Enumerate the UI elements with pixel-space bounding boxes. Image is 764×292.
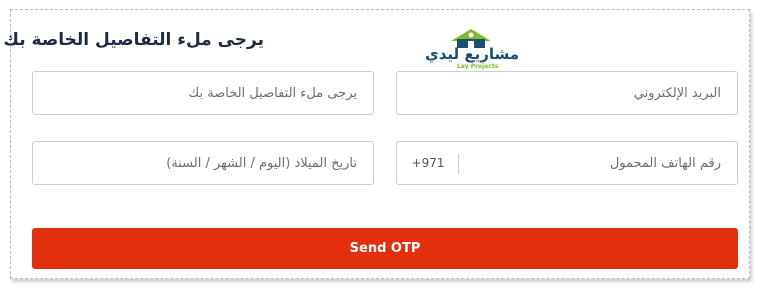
details-input[interactable] bbox=[33, 72, 373, 114]
phone-field: +971 bbox=[396, 141, 738, 185]
dob-input[interactable] bbox=[33, 142, 373, 184]
country-code[interactable]: +971 bbox=[397, 142, 459, 184]
details-field bbox=[32, 71, 374, 115]
logo-text: مشاريع ليدي bbox=[424, 45, 520, 63]
email-input[interactable] bbox=[397, 72, 737, 114]
dob-field bbox=[32, 141, 374, 185]
country-code-divider bbox=[458, 154, 459, 174]
form-title: يرجى ملء التفاصيل الخاصة بك bbox=[3, 30, 264, 50]
email-field bbox=[396, 71, 738, 115]
logo-subtext: Lay Projects bbox=[457, 63, 499, 70]
brand-logo: مشاريع ليدي Lay Projects bbox=[423, 27, 521, 73]
send-otp-button[interactable]: Send OTP bbox=[32, 228, 738, 269]
